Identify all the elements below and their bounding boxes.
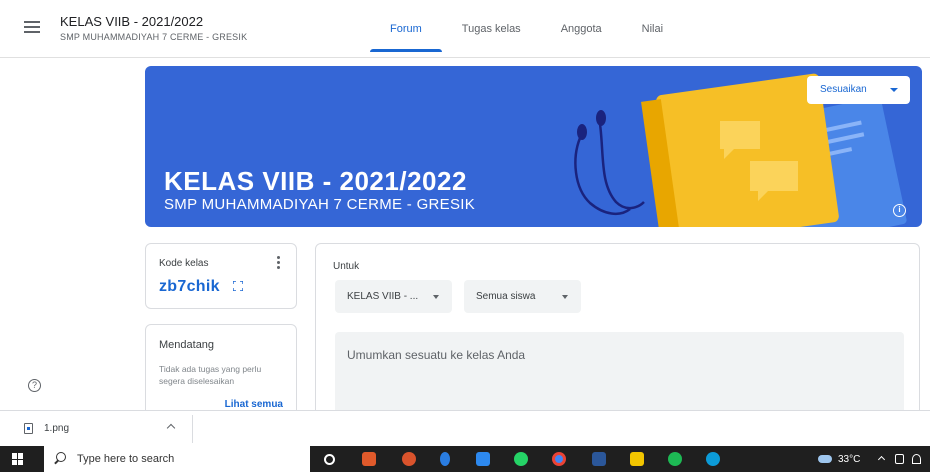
- download-file-name[interactable]: 1.png: [44, 423, 69, 434]
- students-select[interactable]: Semua siswa: [464, 280, 581, 313]
- chrome-icon[interactable]: [552, 452, 566, 466]
- spotify-icon[interactable]: [668, 452, 682, 466]
- upcoming-empty-text: Tidak ada tugas yang perlu segera disele…: [159, 364, 262, 386]
- downloads-bar: 1.png: [0, 410, 930, 446]
- search-icon: [56, 452, 66, 462]
- word-icon[interactable]: [592, 452, 606, 466]
- banner-subtitle: SMP MUHAMMADIYAH 7 CERME - GRESIK: [164, 196, 476, 213]
- weather-cloud-icon[interactable]: [818, 455, 832, 463]
- class-code-label: Kode kelas: [159, 258, 209, 269]
- calendar-app-icon[interactable]: [362, 452, 376, 466]
- upcoming-title: Mendatang: [159, 339, 215, 351]
- class-select[interactable]: KELAS VIIB - ...: [335, 280, 452, 313]
- more-options-icon[interactable]: [277, 256, 280, 271]
- view-all-link[interactable]: Lihat semua: [225, 399, 283, 410]
- class-title[interactable]: KELAS VIIB - 2021/2022: [60, 14, 203, 29]
- class-code-value: zb7chik: [159, 278, 220, 295]
- customize-label: Sesuaikan: [820, 84, 867, 95]
- chevron-up-icon[interactable]: [166, 423, 176, 433]
- tab-nilai[interactable]: Nilai: [622, 0, 683, 58]
- taskbar-search-placeholder: Type here to search: [77, 453, 175, 465]
- windows-start-icon[interactable]: [12, 453, 24, 465]
- weather-temperature[interactable]: 33°C: [838, 454, 860, 465]
- class-select-value: KELAS VIIB - ...: [347, 291, 419, 302]
- customize-button[interactable]: Sesuaikan: [807, 76, 910, 104]
- whatsapp-icon[interactable]: [514, 452, 528, 466]
- menu-icon[interactable]: [24, 21, 40, 33]
- help-icon[interactable]: ?: [28, 379, 41, 392]
- battery-icon[interactable]: [895, 454, 904, 464]
- class-banner: KELAS VIIB - 2021/2022 SMP MUHAMMADIYAH …: [145, 66, 922, 227]
- for-label: Untuk: [333, 261, 360, 272]
- taskbar-search[interactable]: Type here to search: [44, 446, 310, 472]
- image-file-icon: [24, 423, 33, 434]
- tab-anggota[interactable]: Anggota: [541, 0, 622, 58]
- caret-down-icon: [890, 88, 898, 92]
- tab-tugas-kelas[interactable]: Tugas kelas: [442, 0, 541, 58]
- cortana-icon[interactable]: [324, 454, 335, 465]
- top-app-bar: KELAS VIIB - 2021/2022 SMP MUHAMMADIYAH …: [0, 0, 930, 58]
- upcoming-card: Mendatang Tidak ada tugas yang perlu seg…: [145, 324, 297, 424]
- network-icon[interactable]: [912, 454, 921, 464]
- chevron-up-icon[interactable]: [877, 455, 886, 464]
- info-icon[interactable]: i: [893, 204, 906, 217]
- class-code-card: Kode kelas zb7chik: [145, 243, 297, 309]
- file-explorer-icon[interactable]: [630, 452, 644, 466]
- edge-icon[interactable]: [706, 452, 720, 466]
- class-subtitle: SMP MUHAMMADIYAH 7 CERME - GRESIK: [60, 32, 248, 42]
- store-icon[interactable]: [476, 452, 490, 466]
- class-tabs: Forum Tugas kelas Anggota Nilai: [370, 0, 683, 58]
- bluetooth-icon[interactable]: [440, 452, 450, 466]
- tab-forum[interactable]: Forum: [370, 0, 442, 58]
- students-select-value: Semua siswa: [476, 291, 536, 302]
- banner-title: KELAS VIIB - 2021/2022: [164, 166, 467, 196]
- caret-down-icon: [562, 295, 568, 299]
- app-icon[interactable]: [402, 452, 416, 466]
- divider: [192, 415, 193, 443]
- windows-taskbar: Type here to search 33°C: [0, 446, 930, 472]
- caret-down-icon: [433, 295, 439, 299]
- announcement-card: Untuk KELAS VIIB - ... Semua siswa Umumk…: [315, 243, 920, 424]
- fullscreen-icon[interactable]: [233, 281, 243, 291]
